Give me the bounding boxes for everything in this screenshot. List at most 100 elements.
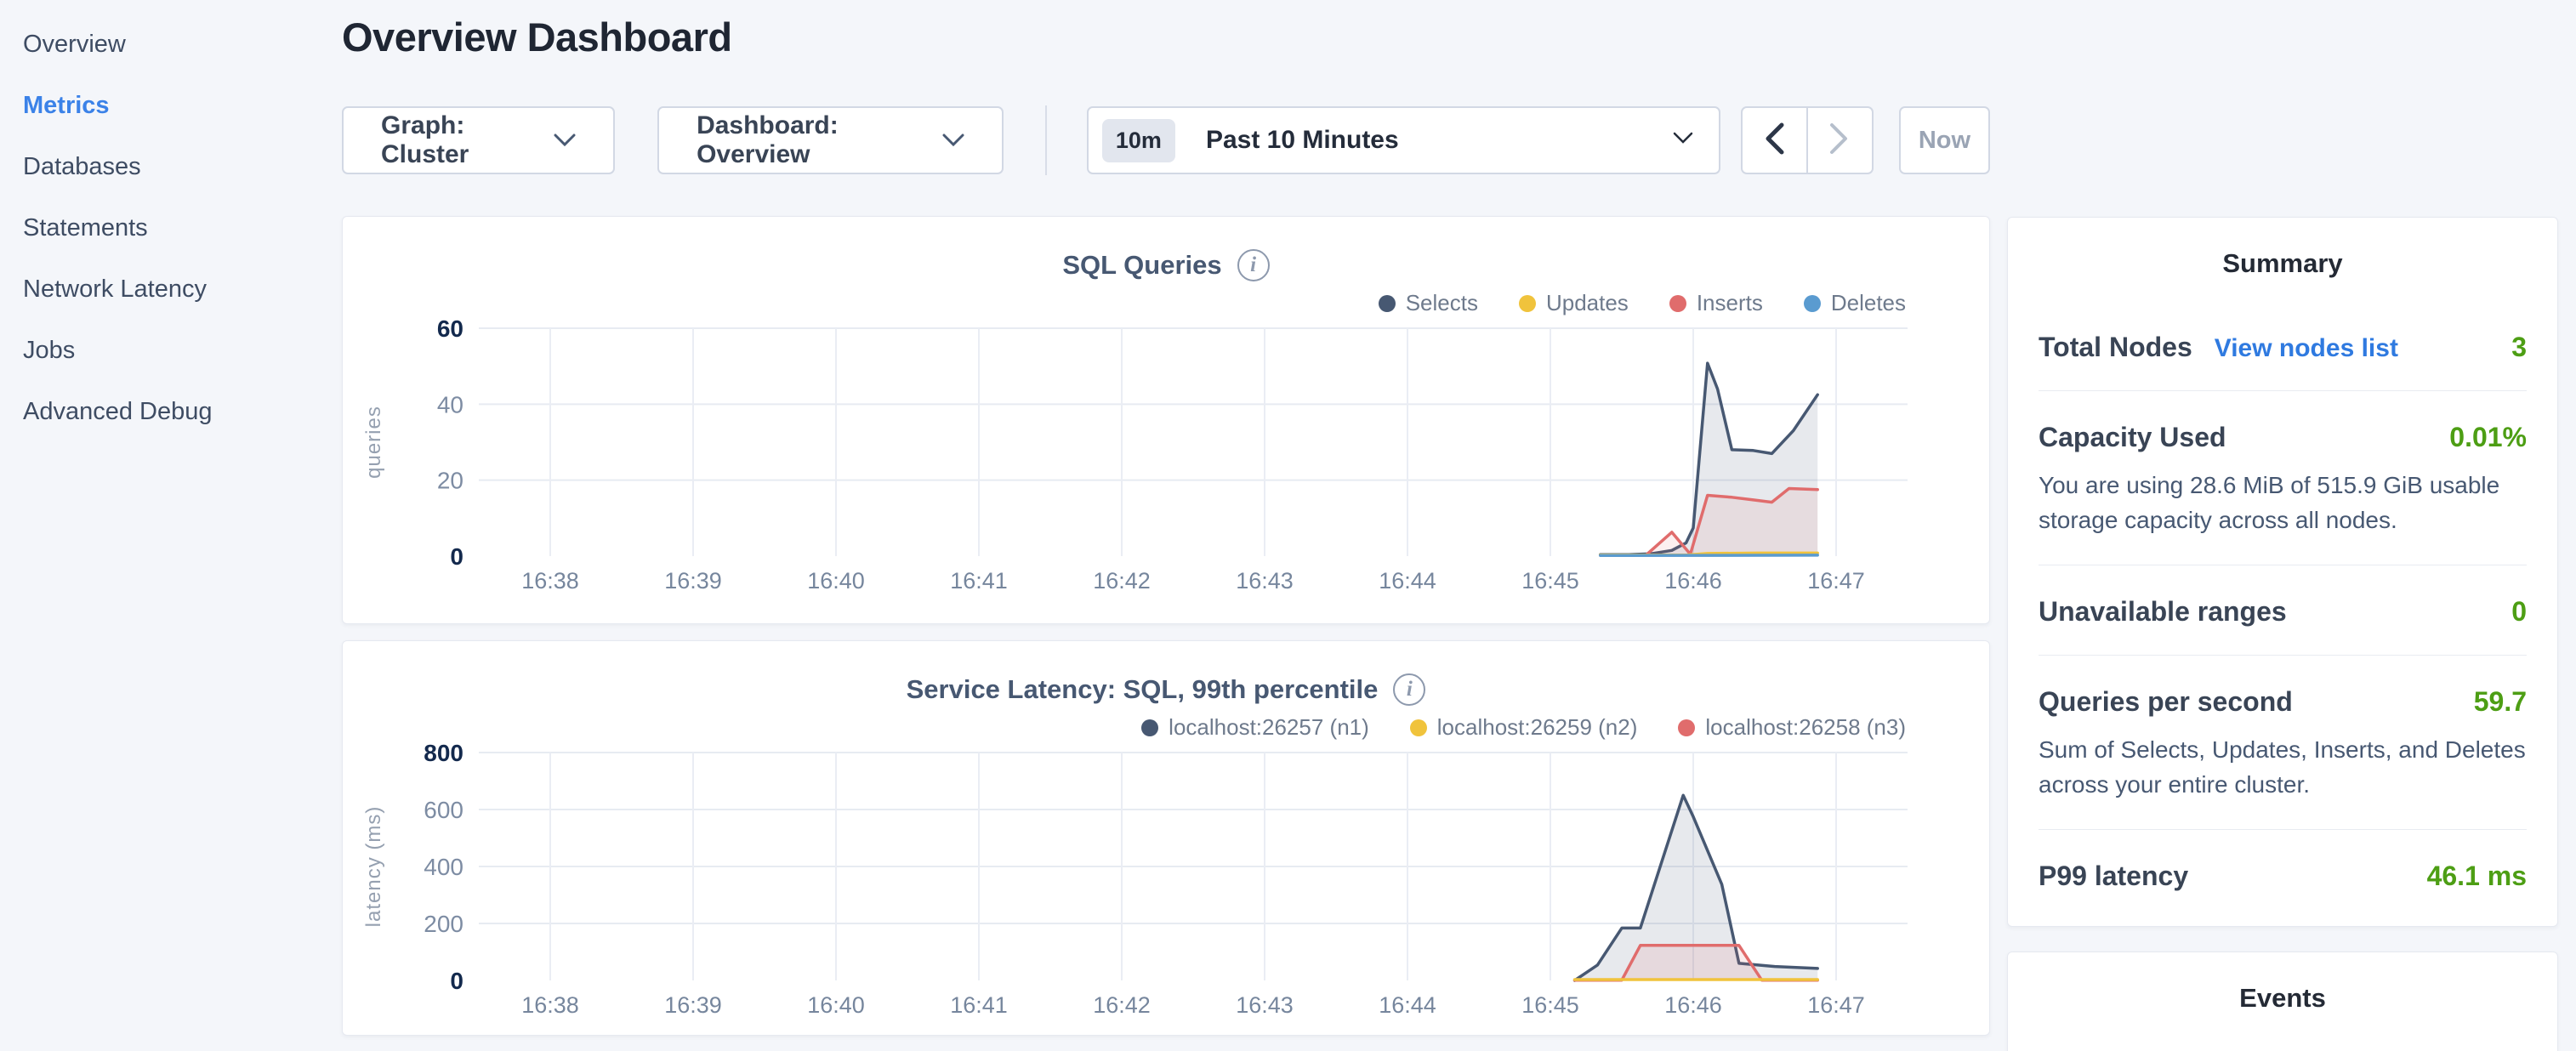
legend-label: Inserts: [1697, 290, 1763, 316]
svg-text:800: 800: [424, 742, 463, 766]
sidebar-item-advanced-debug[interactable]: Advanced Debug: [0, 381, 342, 442]
unavailable-ranges-value: 0: [2511, 596, 2527, 628]
svg-text:latency (ms): latency (ms): [362, 806, 385, 928]
view-nodes-list-link[interactable]: View nodes list: [2215, 334, 2398, 363]
events-title: Events: [2039, 983, 2527, 1014]
sidebar-item-network-latency[interactable]: Network Latency: [0, 258, 342, 320]
time-window-badge: 10m: [1102, 119, 1175, 162]
total-nodes-value: 3: [2511, 332, 2527, 363]
sidebar-item-statements[interactable]: Statements: [0, 197, 342, 258]
summary-panel: Summary Total Nodes View nodes list 3 Ca…: [2007, 217, 2558, 927]
svg-text:queries: queries: [362, 406, 385, 479]
svg-text:16:47: 16:47: [1807, 992, 1865, 1018]
svg-text:20: 20: [437, 468, 463, 494]
svg-text:16:42: 16:42: [1093, 992, 1151, 1018]
legend-item-updates[interactable]: Updates: [1519, 290, 1629, 316]
legend-item-selects[interactable]: Selects: [1379, 290, 1478, 316]
summary-row-qps: Queries per second 59.7: [2039, 686, 2527, 718]
svg-text:16:40: 16:40: [807, 992, 865, 1018]
legend-label: localhost:26259 (n2): [1437, 714, 1638, 741]
time-forward-button[interactable]: [1807, 106, 1874, 174]
legend-item-localhost-26258-n3-[interactable]: localhost:26258 (n3): [1678, 714, 1906, 741]
svg-text:0: 0: [450, 543, 463, 570]
svg-text:0: 0: [450, 968, 463, 994]
legend-dot-icon: [1410, 719, 1427, 736]
summary-row-p99: P99 latency 46.1 ms: [2039, 861, 2527, 892]
sidebar-item-databases[interactable]: Databases: [0, 136, 342, 197]
qps-description: Sum of Selects, Updates, Inserts, and De…: [2039, 733, 2527, 802]
legend-label: localhost:26258 (n3): [1705, 714, 1906, 741]
legend-label: localhost:26257 (n1): [1169, 714, 1369, 741]
summary-divider: [2039, 829, 2527, 830]
controls-divider: [1045, 105, 1047, 175]
sidebar-item-overview[interactable]: Overview: [0, 14, 342, 75]
graph-scope-dropdown-label: Graph: Cluster: [381, 111, 532, 169]
svg-text:16:38: 16:38: [521, 568, 579, 594]
legend-dot-icon: [1804, 295, 1821, 312]
svg-text:16:39: 16:39: [664, 992, 722, 1018]
time-back-button[interactable]: [1741, 106, 1807, 174]
service-latency-title-row: Service Latency: SQL, 99th percentile i: [343, 673, 1989, 706]
svg-text:400: 400: [424, 854, 463, 880]
qps-value: 59.7: [2474, 686, 2527, 718]
svg-text:16:44: 16:44: [1379, 992, 1436, 1018]
sidebar: Overview Metrics Databases Statements Ne…: [0, 0, 342, 1051]
sidebar-item-jobs[interactable]: Jobs: [0, 320, 342, 381]
time-window-label: Past 10 Minutes: [1206, 126, 1642, 155]
legend-item-localhost-26257-n1-[interactable]: localhost:26257 (n1): [1141, 714, 1369, 741]
right-sidebar: Summary Total Nodes View nodes list 3 Ca…: [2007, 0, 2558, 1051]
summary-row-capacity: Capacity Used 0.01%: [2039, 422, 2527, 453]
svg-text:16:47: 16:47: [1807, 568, 1865, 594]
qps-label: Queries per second: [2039, 686, 2293, 718]
p99-latency-value: 46.1 ms: [2427, 861, 2527, 892]
svg-text:600: 600: [424, 797, 463, 823]
time-step-buttons: [1741, 106, 1874, 174]
chevron-down-icon: [554, 126, 576, 155]
summary-row-total-nodes: Total Nodes View nodes list 3: [2039, 332, 2527, 363]
legend-dot-icon: [1519, 295, 1536, 312]
legend-item-deletes[interactable]: Deletes: [1804, 290, 1906, 316]
chevron-right-icon: [1828, 122, 1851, 160]
legend-dot-icon: [1141, 719, 1158, 736]
svg-text:16:39: 16:39: [664, 568, 722, 594]
service-latency-legend: localhost:26257 (n1) localhost:26259 (n2)…: [343, 714, 1906, 741]
svg-text:16:43: 16:43: [1236, 992, 1294, 1018]
summary-divider: [2039, 390, 2527, 391]
svg-text:40: 40: [437, 391, 463, 418]
chevron-left-icon: [1763, 122, 1785, 160]
svg-text:200: 200: [424, 911, 463, 937]
summary-row-unavailable-ranges: Unavailable ranges 0: [2039, 596, 2527, 628]
service-latency-card: Service Latency: SQL, 99th percentile i …: [342, 640, 1990, 1036]
svg-text:16:40: 16:40: [807, 568, 865, 594]
chevron-down-icon: [942, 126, 964, 155]
sql-queries-card: SQL Queries i Selects Updates Inserts Delet…: [342, 216, 1990, 624]
sql-queries-chart[interactable]: 020406016:3816:3916:4016:4116:4216:4316:…: [343, 318, 1989, 599]
capacity-used-label: Capacity Used: [2039, 422, 2226, 453]
svg-text:16:46: 16:46: [1664, 568, 1722, 594]
sidebar-item-metrics[interactable]: Metrics: [0, 75, 342, 136]
graph-scope-dropdown[interactable]: Graph: Cluster: [342, 106, 615, 174]
legend-dot-icon: [1669, 295, 1686, 312]
now-button[interactable]: Now: [1899, 106, 1990, 174]
legend-label: Updates: [1546, 290, 1629, 316]
time-range-dropdown[interactable]: 10m Past 10 Minutes: [1087, 106, 1720, 174]
chart-title: SQL Queries: [1062, 250, 1221, 281]
info-icon[interactable]: i: [1393, 673, 1425, 706]
chart-title: Service Latency: SQL, 99th percentile: [907, 674, 1379, 705]
info-icon[interactable]: i: [1237, 249, 1270, 281]
legend-item-localhost-26259-n2-[interactable]: localhost:26259 (n2): [1410, 714, 1638, 741]
capacity-used-description: You are using 28.6 MiB of 515.9 GiB usab…: [2039, 469, 2527, 537]
app-root: Overview Metrics Databases Statements Ne…: [0, 0, 2576, 1051]
service-latency-chart[interactable]: 0 200 400 600 800 16:38 16:39 16:40 16:41 16:42 16…: [343, 742, 1989, 1023]
svg-text:16:44: 16:44: [1379, 568, 1436, 594]
unavailable-ranges-label: Unavailable ranges: [2039, 596, 2287, 628]
svg-text:16:41: 16:41: [950, 992, 1008, 1018]
dashboard-dropdown-label: Dashboard: Overview: [697, 111, 920, 169]
svg-text:16:38: 16:38: [521, 992, 579, 1018]
events-panel: Events Schema Change Completed: Schema c…: [2007, 952, 2558, 1051]
dashboard-dropdown[interactable]: Dashboard: Overview: [657, 106, 1004, 174]
legend-item-inserts[interactable]: Inserts: [1669, 290, 1763, 316]
legend-label: Selects: [1406, 290, 1478, 316]
page-title: Overview Dashboard: [342, 14, 1990, 60]
svg-text:16:42: 16:42: [1093, 568, 1151, 594]
